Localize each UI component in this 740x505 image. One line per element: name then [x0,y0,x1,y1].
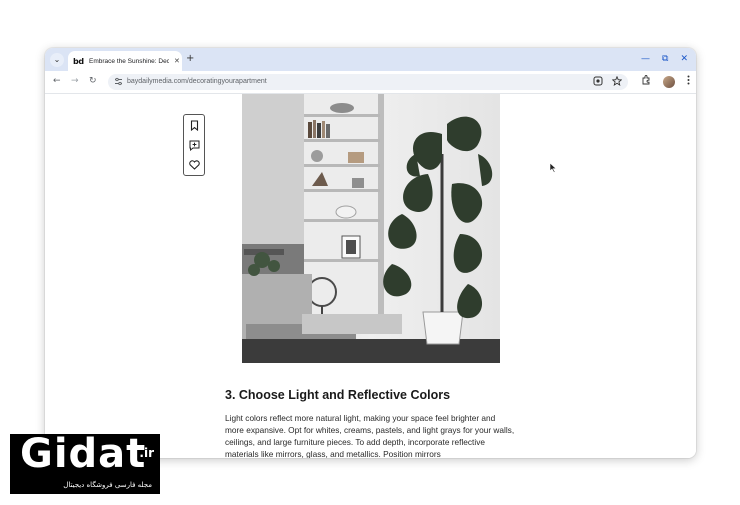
site-favicon-icon: bd [73,56,84,66]
restore-icon[interactable]: ⧉ [662,53,668,65]
tab-title: Embrace the Sunshine: Deco [89,57,169,65]
article-photo-plant-shelves [242,94,500,363]
new-tab-button[interactable]: + [186,53,194,65]
mouse-cursor-icon [549,163,557,173]
minimize-icon[interactable]: — [641,53,650,65]
watermark-logo: Gidat .ir مجله فارسی فروشگاه دیجیتال [10,434,160,494]
tab-strip: ⌄ bd Embrace the Sunshine: Deco ✕ + — ⧉ … [45,48,696,71]
forward-icon[interactable]: → [71,76,79,87]
heart-icon[interactable] [184,155,204,175]
reload-icon[interactable]: ↻ [89,76,97,87]
lens-icon[interactable] [593,76,603,90]
tab-search-button[interactable]: ⌄ [50,53,64,67]
back-icon[interactable]: ← [53,76,61,87]
watermark-logo-text: Gidat [20,434,147,477]
close-window-icon[interactable]: ✕ [680,53,688,65]
comment-add-icon[interactable] [184,135,204,155]
kebab-menu-icon[interactable] [687,75,690,89]
toolbar: ← → ↻ baydailymedia.com/decoratingyourap… [45,71,696,94]
page-content: 3. Choose Light and Reflective Colors Li… [45,94,696,458]
site-info-icon[interactable] [114,77,123,89]
browser-window: ⌄ bd Embrace the Sunshine: Deco ✕ + — ⧉ … [45,48,696,458]
window-controls: — ⧉ ✕ [641,53,688,65]
article-action-bar [183,114,205,176]
avatar[interactable] [663,76,675,88]
extensions-icon[interactable] [641,75,651,89]
watermark-tagline: مجله فارسی فروشگاه دیجیتال [63,481,152,489]
section-heading: 3. Choose Light and Reflective Colors [225,388,451,402]
url-text[interactable]: baydailymedia.com/decoratingyourapartmen… [127,77,267,87]
active-tab[interactable]: bd Embrace the Sunshine: Deco ✕ [68,51,182,71]
watermark-tld: .ir [139,446,154,460]
address-bar[interactable]: baydailymedia.com/decoratingyourapartmen… [108,74,628,90]
bookmark-icon[interactable] [184,115,204,135]
tab-close-icon[interactable]: ✕ [174,57,180,65]
bookmark-star-icon[interactable] [611,75,623,90]
section-body: Light colors reflect more natural light,… [225,413,515,458]
